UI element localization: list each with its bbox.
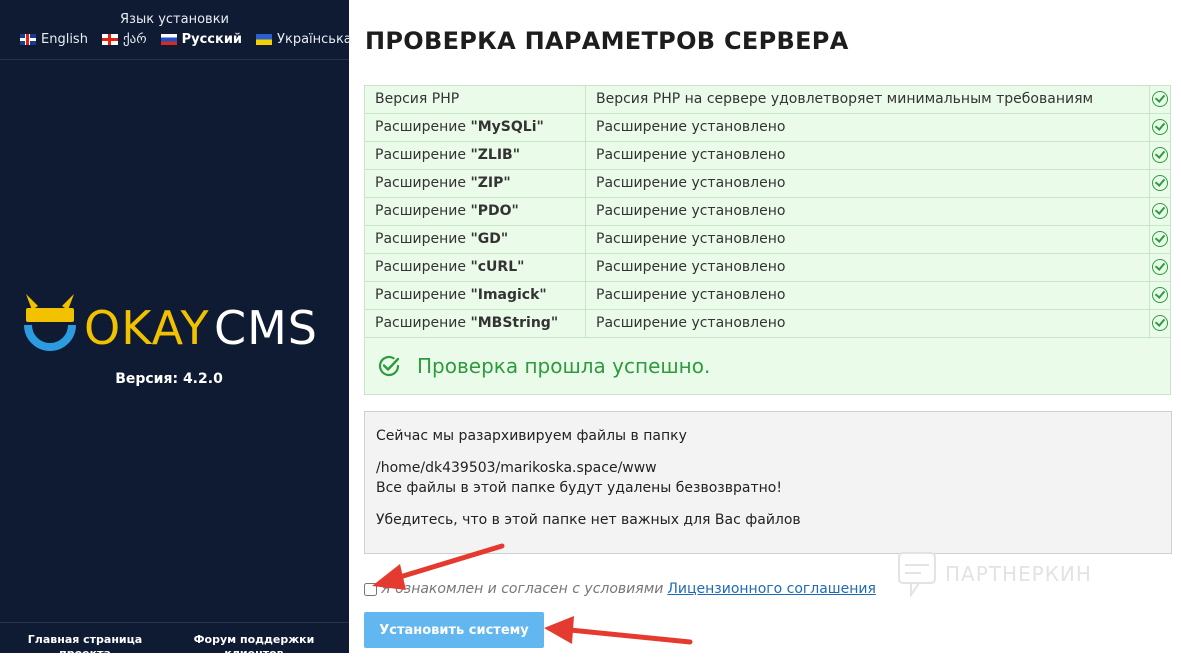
unpack-info-panel: Сейчас мы разархивируем файлы в папку /h… xyxy=(364,411,1172,554)
lang-label: Українська xyxy=(277,32,352,47)
check-status: Версия PHP на сервере удовлетворяет мини… xyxy=(585,86,1150,114)
check-status: Расширение установлено xyxy=(585,141,1150,170)
lang-russian[interactable]: Русский xyxy=(160,32,243,47)
footer-link-forum[interactable]: Форум поддержки клиентов xyxy=(179,633,329,661)
okay-mascot-icon xyxy=(24,294,76,351)
check-ok-cell xyxy=(1149,281,1170,310)
check-status: Расширение установлено xyxy=(585,225,1150,254)
check-ok-cell xyxy=(1149,197,1170,226)
check-ok-icon xyxy=(1152,147,1168,163)
check-name: Расширение "ZLIB" xyxy=(365,141,586,170)
language-title: Язык установки xyxy=(120,12,229,27)
check-name: Расширение "GD" xyxy=(365,225,586,254)
check-row: Расширение "cURL" Расширение установлено xyxy=(365,253,1170,282)
ukraine-flag-icon xyxy=(256,34,273,45)
check-row: Расширение "MBString" Расширение установл… xyxy=(365,309,1170,338)
language-switcher: English ქარ Русский Українська xyxy=(20,32,352,47)
watermark: ПАРТНЕРКИН xyxy=(897,551,1092,597)
check-ok-icon xyxy=(1152,287,1168,303)
check-name: Расширение "MBString" xyxy=(365,309,586,338)
check-ok-icon xyxy=(1152,203,1168,219)
partnerkin-logo-icon xyxy=(898,552,936,597)
lang-label: ქარ xyxy=(122,32,147,47)
uk-flag-icon xyxy=(20,34,36,45)
sidebar-divider xyxy=(0,59,349,60)
check-ok-cell xyxy=(1149,86,1170,114)
license-link[interactable]: Лицензионного соглашения xyxy=(667,581,876,597)
server-check-panel: Версия PHP Версия PHP на сервере удовлетв… xyxy=(364,85,1171,395)
okaycms-logo: OKAY CMS xyxy=(24,294,318,355)
check-ok-icon xyxy=(1152,119,1168,135)
info-warning: Все файлы в этой папке будут удалены без… xyxy=(376,480,782,496)
check-ok-cell xyxy=(1149,113,1170,142)
check-row: Расширение "GD" Расширение установлено xyxy=(365,225,1170,254)
check-name: Расширение "ZIP" xyxy=(365,169,586,198)
success-text: Проверка прошла успешно. xyxy=(417,354,711,378)
check-ok-icon xyxy=(1152,259,1168,275)
success-message: Проверка прошла успешно. xyxy=(365,338,1170,394)
check-ok-icon xyxy=(1152,231,1168,247)
main-content: ПРОВЕРКА ПАРАМЕТРОВ СЕРВЕРА Версия PHP Ве… xyxy=(349,0,1181,653)
lang-label: Русский xyxy=(181,32,243,47)
check-ok-cell xyxy=(1149,225,1170,254)
check-name: Расширение "MySQLi" xyxy=(365,113,586,142)
check-ok-icon xyxy=(1152,175,1168,191)
server-check-table: Версия PHP Версия PHP на сервере удовлетв… xyxy=(365,86,1170,338)
check-row: Расширение "Imagick" Расширение установле… xyxy=(365,281,1170,310)
page-title: ПРОВЕРКА ПАРАМЕТРОВ СЕРВЕРА xyxy=(365,27,849,55)
lang-label: English xyxy=(41,32,88,47)
check-row: Расширение "PDO" Расширение установлено xyxy=(365,197,1170,226)
install-button[interactable]: Установить систему xyxy=(364,612,544,648)
lang-ukrainian[interactable]: Українська xyxy=(256,32,352,47)
georgia-flag-icon xyxy=(101,34,118,45)
success-check-icon xyxy=(378,355,400,377)
check-row: Расширение "MySQLi" Расширение установлен… xyxy=(365,113,1170,142)
check-ok-cell xyxy=(1149,169,1170,198)
logo-cms: CMS xyxy=(214,301,318,355)
check-ok-cell xyxy=(1149,253,1170,282)
check-ok-icon xyxy=(1152,315,1168,331)
lang-english[interactable]: English xyxy=(20,32,88,47)
sidebar: Язык установки English ქარ Русский Украї… xyxy=(0,0,352,660)
russia-flag-icon xyxy=(160,34,177,45)
check-ok-cell xyxy=(1149,141,1170,170)
license-checkbox[interactable] xyxy=(364,582,377,596)
check-row: Версия PHP Версия PHP на сервере удовлетв… xyxy=(365,86,1170,114)
check-status: Расширение установлено xyxy=(585,197,1150,226)
check-status: Расширение установлено xyxy=(585,169,1150,198)
version-label: Версия: 4.2.0 xyxy=(115,371,223,387)
check-row: Расширение "ZLIB" Расширение установлено xyxy=(365,141,1170,170)
license-agreement: Я ознакомлен и согласен с условиями Лице… xyxy=(364,581,876,597)
footer-link-home[interactable]: Главная страница проекта xyxy=(10,633,160,661)
info-line: Убедитесь, что в этой папке нет важных д… xyxy=(376,512,801,528)
check-row: Расширение "ZIP" Расширение установлено xyxy=(365,169,1170,198)
check-status: Расширение установлено xyxy=(585,281,1150,310)
install-path: /home/dk439503/marikoska.space/www xyxy=(376,460,657,476)
watermark-text: ПАРТНЕРКИН xyxy=(945,562,1092,586)
lang-georgian[interactable]: ქარ xyxy=(101,32,147,47)
sidebar-divider xyxy=(0,622,349,623)
check-status: Расширение установлено xyxy=(585,253,1150,282)
logo-okay: OKAY xyxy=(84,301,210,355)
check-ok-icon xyxy=(1152,91,1168,107)
check-name: Расширение "Imagick" xyxy=(365,281,586,310)
agree-text: Я ознакомлен и согласен с условиями xyxy=(381,581,664,597)
check-status: Расширение установлено xyxy=(585,309,1150,338)
check-name: Расширение "cURL" xyxy=(365,253,586,282)
info-line: Сейчас мы разархивируем файлы в папку xyxy=(376,428,687,444)
check-ok-cell xyxy=(1149,309,1170,338)
check-name: Версия PHP xyxy=(365,86,586,114)
check-status: Расширение установлено xyxy=(585,113,1150,142)
check-name: Расширение "PDO" xyxy=(365,197,586,226)
